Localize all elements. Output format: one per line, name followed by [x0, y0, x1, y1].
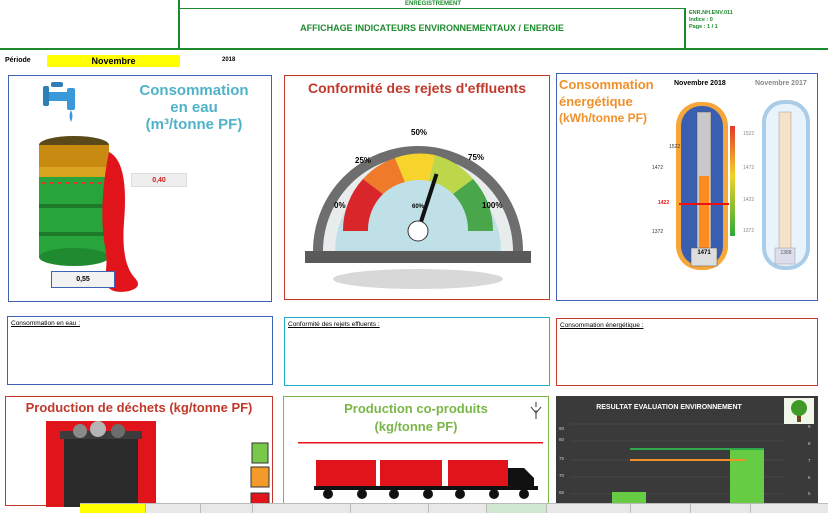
env-right-tick-6: 6 [808, 475, 811, 480]
energy-title-line1: Consommation [559, 77, 654, 92]
page-title: AFFICHAGE INDICATEURS ENVIRONNEMENTAUX /… [180, 9, 686, 48]
sheet-tab[interactable] [253, 504, 351, 513]
coproducts-title-line2: (kg/tonne PF) [374, 419, 458, 434]
period-year: 2018 [222, 57, 236, 63]
sheet-tab[interactable] [691, 504, 751, 513]
period-month-cell[interactable]: Novembre [47, 55, 180, 67]
sheet-tab[interactable] [351, 504, 429, 513]
env-left-tick-70: 70 [559, 473, 565, 478]
gauge-tick-75: 75% [468, 153, 485, 162]
sheet-tab-bar [80, 503, 828, 513]
water-value: 0,55 [51, 271, 115, 288]
gauge-value-label: 60% [411, 204, 424, 210]
waste-bin-icon [46, 421, 270, 507]
energy-title: Consommation énergétique (kWh/tonne PF) [559, 76, 674, 127]
env-right-tick-5: 5 [808, 491, 811, 496]
scale-2017-1422: 1422 [743, 197, 755, 203]
sheet-tab-active[interactable] [80, 504, 146, 513]
energy-value-2017: 1368 [780, 250, 792, 256]
energy-title-line2: énergétique [559, 94, 633, 109]
coproducts-panel: Production co-produits (kg/tonne PF) [283, 396, 549, 506]
effluent-panel: Conformité des rejets d'effluents 0% 25%… [284, 75, 550, 300]
doc-indice: Indice : 0 [689, 17, 713, 23]
doc-page: Page : 1 / 1 [689, 24, 718, 30]
comment-energy-box[interactable]: Consommation énergétique : [556, 318, 818, 386]
coproducts-title-line1: Production co-produits [344, 401, 488, 416]
gauge-tick-50: 50% [411, 128, 428, 137]
truck-icon [298, 442, 543, 499]
doc-ref: ENR.NH.ENV.011 [689, 10, 733, 16]
water-barrel-icon [39, 82, 138, 292]
coproducts-title: Production co-produits (kg/tonne PF) [284, 400, 548, 436]
sheet-tab[interactable] [631, 504, 691, 513]
energy-panel: Consommation énergétique (kWh/tonne PF) … [556, 73, 818, 301]
comment-effluent-label: Conformité des rejets effluents : [288, 321, 380, 328]
env-bar-2 [730, 448, 764, 506]
energy-col1-label: Novembre 2018 [674, 80, 726, 87]
water-panel: Consommation en eau (m³/tonne PF) 0,40 0… [8, 75, 272, 302]
sheet-tab[interactable] [547, 504, 631, 513]
effluent-title: Conformité des rejets d'effluents [307, 80, 527, 96]
comment-water-box[interactable]: Consommation en eau : [7, 316, 273, 385]
scale-2017-1522: 1522 [743, 131, 755, 137]
env-left-tick-75: 75 [559, 456, 565, 461]
tree-icon [530, 402, 542, 419]
doc-meta: ENR.NH.ENV.011 Indice : 0 Page : 1 / 1 [689, 10, 799, 31]
scale-2017-1472: 1472 [743, 165, 755, 171]
waste-title: Production de déchets (kg/tonne PF) [25, 400, 253, 415]
comment-effluent-box[interactable]: Conformité des rejets effluents : [284, 317, 550, 386]
gauge-tick-100: 100% [482, 201, 503, 210]
comment-energy-label: Consommation énergétique : [560, 322, 644, 329]
env-result-chart [570, 423, 784, 506]
scale-2017-1372: 1372 [743, 228, 755, 234]
energy-title-line3: (kWh/tonne PF) [559, 111, 647, 125]
env-left-axis: 90 [559, 420, 564, 437]
energy-color-scale [730, 126, 735, 236]
comment-water-label: Consommation en eau : [11, 320, 81, 327]
logo-area [0, 0, 180, 48]
sheet-tab[interactable] [201, 504, 253, 513]
scale-2018-1422: 1422 [658, 200, 670, 206]
sheet-tab[interactable] [146, 504, 201, 513]
gauge-tick-25: 25% [355, 156, 372, 165]
scale-2018-1472: 1472 [652, 165, 664, 171]
env-result-title: RESULTAT EVALUATION ENVIRONNEMENT [596, 404, 742, 411]
period-label: Période [5, 57, 31, 64]
waste-panel: Production de déchets (kg/tonne PF) [5, 396, 273, 507]
energy-col2-label: Novembre 2017 [755, 80, 807, 87]
env-right-tick-7: 7 [808, 458, 811, 463]
env-left-tick-80: 80 [559, 437, 565, 442]
sheet-tab[interactable] [429, 504, 487, 513]
gauge-tick-0: 0% [334, 201, 346, 210]
register-label: ENREGISTREMENT [180, 0, 686, 9]
energy-value-2018: 1471 [697, 250, 711, 256]
env-left-tick-65: 65 [559, 490, 565, 495]
env-left-tick-90: 90 [559, 426, 565, 431]
env-right-tick-9: 9 [808, 424, 811, 429]
water-target: 0,40 [131, 173, 187, 187]
env-right-tick-8: 8 [808, 441, 811, 446]
env-result-panel: RESULTAT EVALUATION ENVIRONNEMENT 90 80 … [556, 396, 818, 506]
sheet-tab[interactable] [487, 504, 547, 513]
scale-2018-1372: 1372 [652, 229, 664, 235]
